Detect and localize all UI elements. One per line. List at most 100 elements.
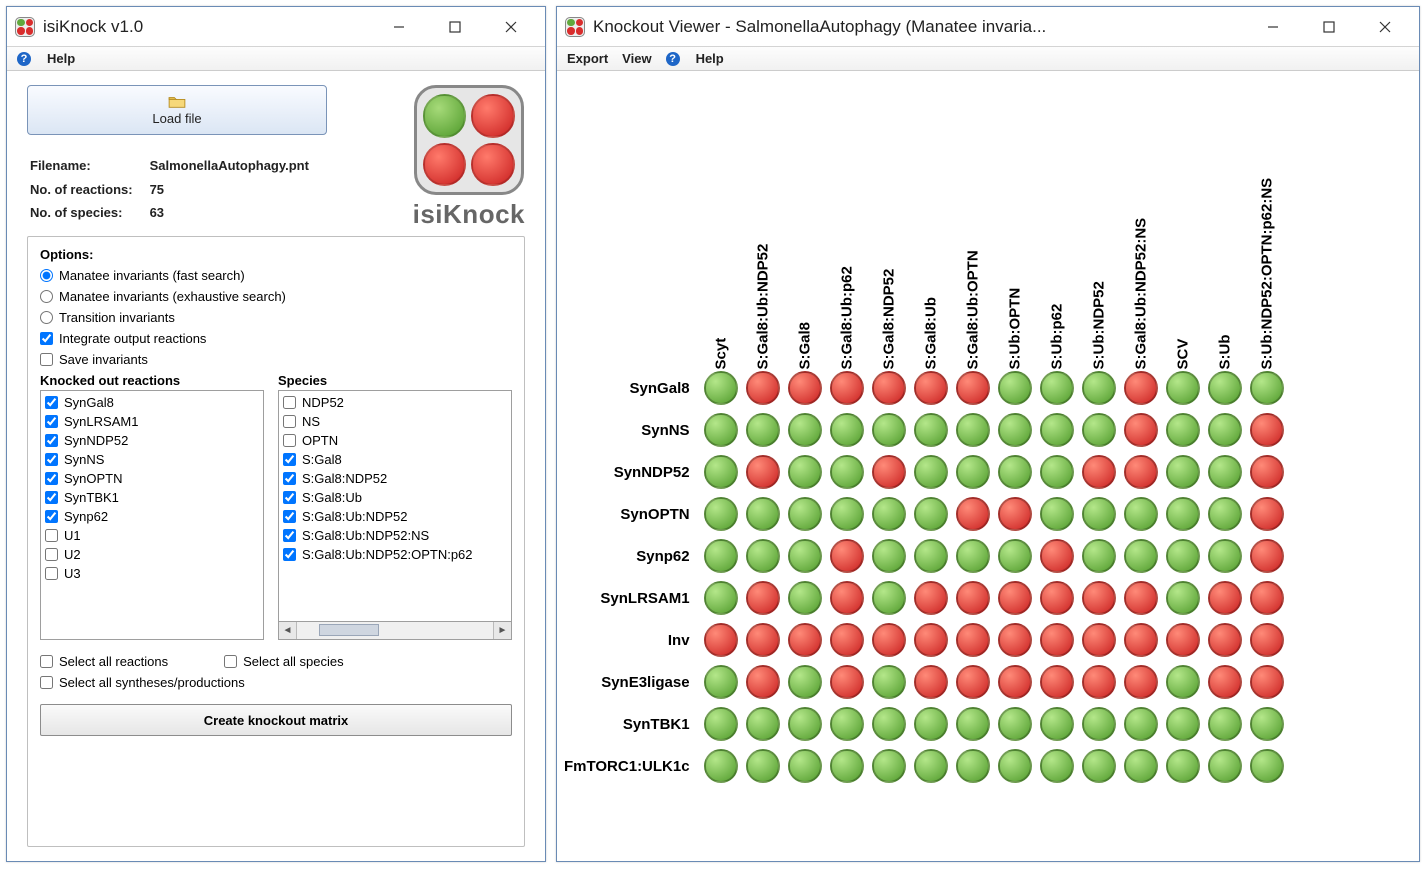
list-item[interactable]: S:Gal8:Ub:NDP52:OPTN:p62: [283, 545, 507, 564]
matrix-cell: [784, 703, 826, 745]
check-save-invariants[interactable]: Save invariants: [40, 352, 512, 367]
menu-help[interactable]: Help: [47, 51, 75, 66]
matrix-scroll-area[interactable]: ScytS:Gal8:Ub:NDP52S:Gal8S:Gal8:Ub:p62S:…: [557, 71, 1419, 861]
list-item[interactable]: S:Gal8:Ub: [283, 488, 507, 507]
matrix-cell: [784, 577, 826, 619]
species-listbox[interactable]: NDP52NSOPTNS:Gal8S:Gal8:NDP52S:Gal8:UbS:…: [278, 390, 512, 622]
reactions-listbox[interactable]: SynGal8SynLRSAM1SynNDP52SynNSSynOPTNSynT…: [40, 390, 264, 640]
scroll-right-icon[interactable]: ►: [493, 622, 511, 639]
matrix-cell: [1078, 493, 1120, 535]
menu-view[interactable]: View: [622, 51, 651, 66]
list-item[interactable]: SynTBK1: [45, 488, 259, 507]
matrix-cell: [1162, 451, 1204, 493]
matrix-col-header: S:Gal8:Ub:NDP52: [742, 77, 784, 367]
matrix-cell: [700, 409, 742, 451]
maximize-button[interactable]: [1301, 11, 1357, 43]
species-hscroll[interactable]: ◄ ►: [278, 622, 512, 640]
matrix-cell: [784, 661, 826, 703]
list-item[interactable]: Synp62: [45, 507, 259, 526]
list-item[interactable]: U2: [45, 545, 259, 564]
radio-exhaustive[interactable]: Manatee invariants (exhaustive search): [40, 289, 512, 304]
list-item[interactable]: S:Gal8: [283, 450, 507, 469]
matrix-cell: [1078, 745, 1120, 787]
matrix-cell: [994, 409, 1036, 451]
matrix-cell: [952, 409, 994, 451]
radio-fast-input[interactable]: [40, 269, 53, 282]
close-button[interactable]: [1357, 11, 1413, 43]
matrix-cell: [910, 493, 952, 535]
matrix-cell: [910, 745, 952, 787]
radio-transition-input[interactable]: [40, 311, 53, 324]
matrix-col-header: S:Gal8: [784, 77, 826, 367]
load-file-button[interactable]: Load file: [27, 85, 327, 135]
matrix-cell: [1204, 451, 1246, 493]
matrix-cell: [1204, 409, 1246, 451]
options-label: Options:: [40, 247, 512, 262]
matrix-col-header: S:Ub:p62: [1036, 77, 1078, 367]
check-select-all-reactions[interactable]: Select all reactions: [40, 654, 168, 669]
matrix-cell: [742, 703, 784, 745]
list-item[interactable]: SynGal8: [45, 393, 259, 412]
check-select-all-syntheses[interactable]: Select all syntheses/productions: [40, 675, 512, 690]
matrix-cell: [1078, 451, 1120, 493]
list-item[interactable]: U3: [45, 564, 259, 583]
list-item[interactable]: NDP52: [283, 393, 507, 412]
create-knockout-matrix-button[interactable]: Create knockout matrix: [40, 704, 512, 736]
check-save-inv-input[interactable]: [40, 353, 53, 366]
matrix-cell: [1204, 661, 1246, 703]
matrix-cell: [868, 577, 910, 619]
maximize-button[interactable]: [427, 11, 483, 43]
minimize-button[interactable]: [371, 11, 427, 43]
scroll-thumb[interactable]: [319, 624, 379, 636]
matrix-cell: [910, 409, 952, 451]
matrix-cell: [994, 451, 1036, 493]
matrix-cell: [952, 619, 994, 661]
list-item[interactable]: S:Gal8:Ub:NDP52: [283, 507, 507, 526]
list-item[interactable]: U1: [45, 526, 259, 545]
matrix-row-header: SynE3ligase: [563, 661, 700, 703]
matrix-cell: [1204, 619, 1246, 661]
matrix-cell: [1246, 535, 1288, 577]
matrix-row-header: SynTBK1: [563, 703, 700, 745]
reactions-list-label: Knocked out reactions: [40, 373, 264, 388]
list-item[interactable]: SynNDP52: [45, 431, 259, 450]
scroll-left-icon[interactable]: ◄: [279, 622, 297, 639]
radio-fast[interactable]: Manatee invariants (fast search): [40, 268, 512, 283]
list-item[interactable]: SynOPTN: [45, 469, 259, 488]
menu-export[interactable]: Export: [567, 51, 608, 66]
list-item[interactable]: SynLRSAM1: [45, 412, 259, 431]
matrix-cell: [826, 703, 868, 745]
matrix-cell: [784, 493, 826, 535]
matrix-cell: [994, 745, 1036, 787]
matrix-col-header: S:Gal8:Ub:p62: [826, 77, 868, 367]
list-item[interactable]: S:Gal8:Ub:NDP52:NS: [283, 526, 507, 545]
radio-exhaustive-input[interactable]: [40, 290, 53, 303]
check-integrate-input[interactable]: [40, 332, 53, 345]
matrix-cell: [1036, 409, 1078, 451]
matrix-cell: [742, 535, 784, 577]
matrix-cell: [742, 577, 784, 619]
app-icon: [15, 17, 35, 37]
matrix-cell: [1078, 703, 1120, 745]
matrix-cell: [784, 409, 826, 451]
list-item[interactable]: NS: [283, 412, 507, 431]
check-integrate[interactable]: Integrate output reactions: [40, 331, 512, 346]
radio-transition[interactable]: Transition invariants: [40, 310, 512, 325]
close-button[interactable]: [483, 11, 539, 43]
list-item[interactable]: SynNS: [45, 450, 259, 469]
matrix-cell: [1036, 661, 1078, 703]
matrix-cell: [910, 661, 952, 703]
matrix-cell: [700, 451, 742, 493]
matrix-cell: [868, 409, 910, 451]
minimize-button[interactable]: [1245, 11, 1301, 43]
matrix-cell: [1078, 535, 1120, 577]
matrix-cell: [910, 703, 952, 745]
list-item[interactable]: OPTN: [283, 431, 507, 450]
check-select-all-species[interactable]: Select all species: [224, 654, 343, 669]
menu-help[interactable]: Help: [696, 51, 724, 66]
options-panel: Options: Manatee invariants (fast search…: [27, 236, 525, 847]
list-item[interactable]: S:Gal8:NDP52: [283, 469, 507, 488]
matrix-cell: [742, 409, 784, 451]
matrix-cell: [868, 535, 910, 577]
matrix-cell: [868, 703, 910, 745]
